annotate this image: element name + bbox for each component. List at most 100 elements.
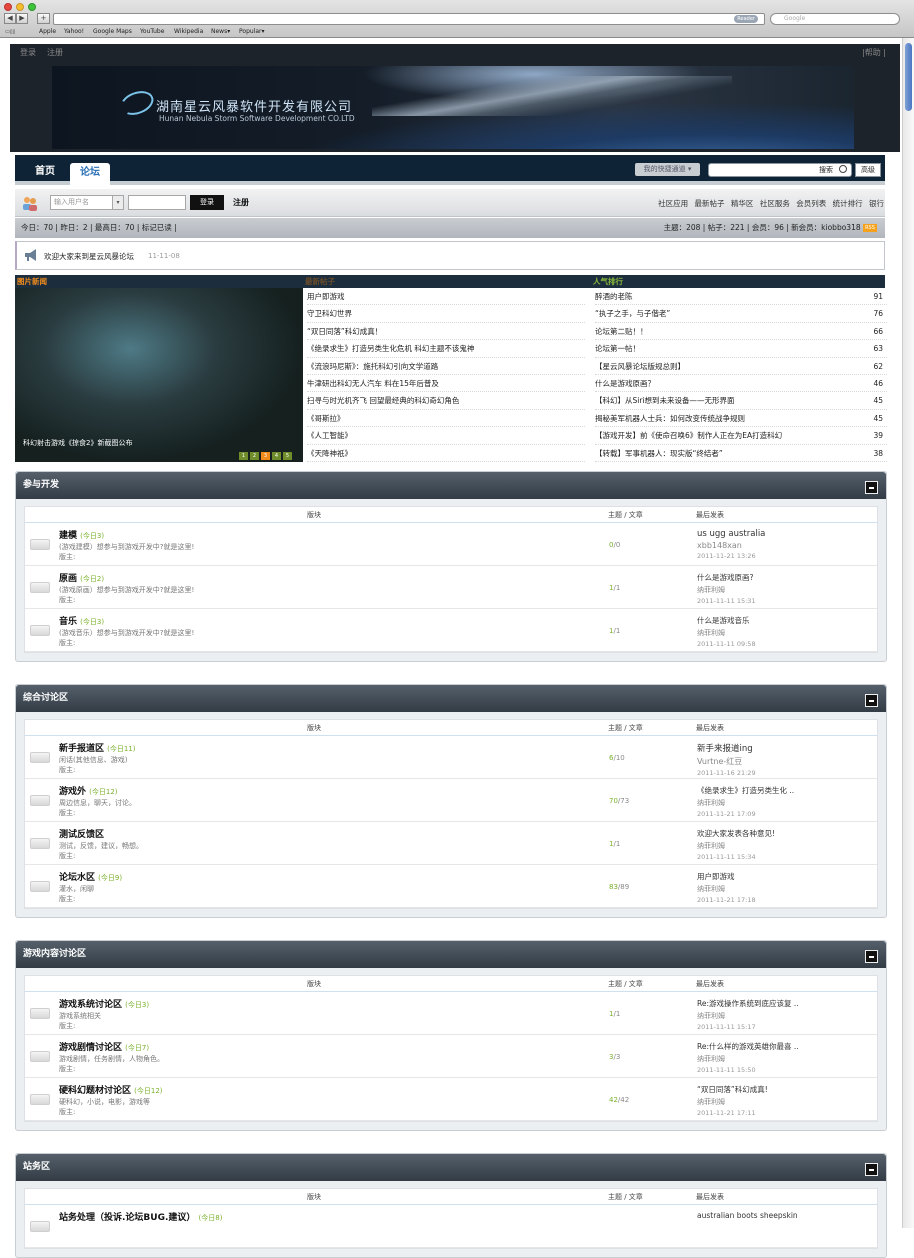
last-post-user[interactable]: 纳菲利姆 [697,884,847,894]
collapse-icon[interactable] [865,1163,878,1176]
latest-post-title[interactable]: “双日同落”科幻成真！ [307,327,382,336]
forum-name[interactable]: 新手报道区 [59,744,104,754]
popular-post-title[interactable]: “执子之手，与子偕老” [595,309,670,318]
top-login-link[interactable]: 登录 [20,44,36,62]
password-input[interactable] [128,195,186,210]
forum-name[interactable]: 游戏系统讨论区 [59,1000,122,1010]
latest-post-title[interactable]: 《天降神祇》 [307,449,352,458]
last-post-user[interactable]: 纳菲利姆 [697,841,847,851]
section-header[interactable]: 参与开发 [16,472,886,499]
latest-post-title[interactable]: 用户即游戏 [307,292,345,301]
forum-name[interactable]: 硬科幻题材讨论区 [59,1086,131,1096]
nav-home[interactable]: 首页 [35,162,55,177]
forum-name-link[interactable]: 测试反馈区 [59,827,104,840]
popular-post-title[interactable]: 什么是游戏原画？ [595,379,655,388]
pager-1[interactable]: 1 [239,452,248,460]
latest-post-row[interactable]: “双日同落”科幻成真！ [307,323,585,341]
section-title[interactable]: 综合讨论区 [23,693,68,703]
bookmark-apple[interactable]: Apple [39,27,56,37]
latest-post-row[interactable]: 守卫科幻世界 [307,305,585,323]
forum-name-link[interactable]: 游戏系统讨论区 (今日3) [59,997,149,1010]
latest-post-title[interactable]: 守卫科幻世界 [307,309,352,318]
last-post-user[interactable]: Vurtne-红豆 [697,756,847,767]
forum-name[interactable]: 建模 [59,531,77,541]
popular-post-row[interactable]: 醉酒的老陈 91 [595,288,887,306]
last-post-title[interactable]: 《绝录求生》打造另类生化 .. [697,785,847,796]
forum-name-link[interactable]: 站务处理（投诉.论坛BUG.建议） (今日8) [59,1210,222,1223]
last-post-user[interactable]: 纳菲利姆 [697,1054,847,1064]
link-community-apps[interactable]: 社区应用 [658,199,688,208]
collapse-icon[interactable] [865,694,878,707]
forum-search-input[interactable]: 搜索 [708,163,852,177]
last-post-title[interactable]: 什么是游戏原画? [697,572,847,583]
popular-post-title[interactable]: 论坛第二贴！！ [595,327,648,336]
last-post-title[interactable]: “双日同落”科幻成真! [697,1084,847,1095]
popular-post-title[interactable]: 【星云风暴论坛版规总则】 [595,362,685,371]
section-title[interactable]: 游戏内容讨论区 [23,949,86,959]
collapse-icon[interactable] [865,950,878,963]
bookmark-yahoo[interactable]: Yahoo! [64,27,84,37]
last-post-user[interactable]: xbb148xan [697,541,847,550]
window-minimize-button[interactable] [16,3,24,11]
popular-post-row[interactable]: 论坛第二贴！！ 66 [595,323,887,341]
forum-name-link[interactable]: 音乐 (今日3) [59,614,104,627]
latest-post-row[interactable]: 《流浪玛尼斯》：施托科幻引向文学道路 [307,358,585,375]
popular-post-row[interactable]: 【科幻】从Siri想到未来设备——无形界面 45 [595,392,887,410]
window-zoom-button[interactable] [28,3,36,11]
latest-post-row[interactable]: 用户即游戏 [307,288,585,306]
latest-post-title[interactable]: 《人工智能》 [307,431,352,440]
forum-name[interactable]: 音乐 [59,617,77,627]
reading-list-icon[interactable]: ▭▯▯ [5,27,15,37]
last-post-title[interactable]: 用户即游戏 [697,871,847,882]
latest-post-title[interactable]: 牛津研出科幻无人汽车 料在15年后普及 [307,379,439,388]
popular-post-row[interactable]: 揭秘美军机器人士兵：如何改变传统战争规则 45 [595,410,887,428]
link-members[interactable]: 会员列表 [796,199,826,208]
pager-2[interactable]: 2 [250,452,259,460]
popular-post-row[interactable]: 什么是游戏原画？ 46 [595,375,887,393]
link-latest-posts[interactable]: 最新帖子 [695,199,725,208]
forum-name[interactable]: 游戏外 [59,787,86,797]
popular-post-title[interactable]: 【游戏开发】前《使命召唤6》制作人正在为EA打造科幻 [595,431,782,440]
picture-news-image[interactable]: 科幻射击游戏《掠食2》新截图公布 12345 [15,288,303,462]
latest-post-title[interactable]: 扫寻与时光机齐飞 回望最经典的科幻奇幻角色 [307,396,459,405]
pager-5[interactable]: 5 [283,452,292,460]
search-icon[interactable] [839,165,847,173]
bookmark-youtube[interactable]: YouTube [140,27,164,37]
rss-icon[interactable]: RSS [863,224,877,232]
forum-name-link[interactable]: 新手报道区 (今日11) [59,741,136,754]
popular-post-title[interactable]: 揭秘美军机器人士兵：如何改变传统战争规则 [595,414,745,423]
last-post-title[interactable]: Re:游戏操作系统到底应该复 .. [697,998,847,1009]
link-rankings[interactable]: 统计排行 [833,199,863,208]
last-post-title[interactable]: australian boots sheepskin [697,1211,847,1220]
section-header[interactable]: 站务区 [16,1154,886,1181]
popular-post-row[interactable]: 论坛第一帖！ 63 [595,340,887,358]
popular-post-row[interactable]: 【游戏开发】前《使命召唤6》制作人正在为EA打造科幻 39 [595,427,887,445]
scrollbar-thumb[interactable] [905,43,912,111]
last-post-title[interactable]: 什么是游戏音乐 [697,615,847,626]
picture-caption[interactable]: 科幻射击游戏《掠食2》新截图公布 [23,438,132,448]
popular-post-title[interactable]: 论坛第一帖！ [595,344,640,353]
popular-post-row[interactable]: 【星云风暴论坛版规总则】 62 [595,358,887,375]
latest-post-title[interactable]: 《流浪玛尼斯》：施托科幻引向文学道路 [307,362,438,371]
section-header[interactable]: 综合讨论区 [16,685,886,712]
reader-button[interactable]: Reader [734,15,758,23]
latest-post-row[interactable]: 牛津研出科幻无人汽车 料在15年后普及 [307,375,585,393]
browser-search-field[interactable]: Google [770,13,900,25]
announcement-text[interactable]: 欢迎大家来到星云风暴论坛 [44,251,134,262]
username-input[interactable]: 输入用户名 [50,195,120,210]
window-close-button[interactable] [4,3,12,11]
forum-name[interactable]: 论坛水区 [59,873,95,883]
last-post-user[interactable]: 纳菲利姆 [697,798,847,808]
latest-post-title[interactable]: 《哥斯拉》 [307,414,345,423]
pager-4[interactable]: 4 [272,452,281,460]
search-button-label[interactable]: 搜索 [819,166,833,174]
section-title[interactable]: 参与开发 [23,480,59,490]
link-services[interactable]: 社区服务 [760,199,790,208]
advanced-search-button[interactable]: 高级 [855,163,881,177]
last-post-user[interactable]: 纳菲利姆 [697,628,847,638]
latest-post-row[interactable]: 扫寻与时光机齐飞 回望最经典的科幻奇幻角色 [307,392,585,410]
section-title[interactable]: 站务区 [23,1162,50,1172]
forum-name-link[interactable]: 原画 (今日2) [59,571,104,584]
forum-name-link[interactable]: 游戏外 (今日12) [59,784,118,797]
collapse-icon[interactable] [865,481,878,494]
